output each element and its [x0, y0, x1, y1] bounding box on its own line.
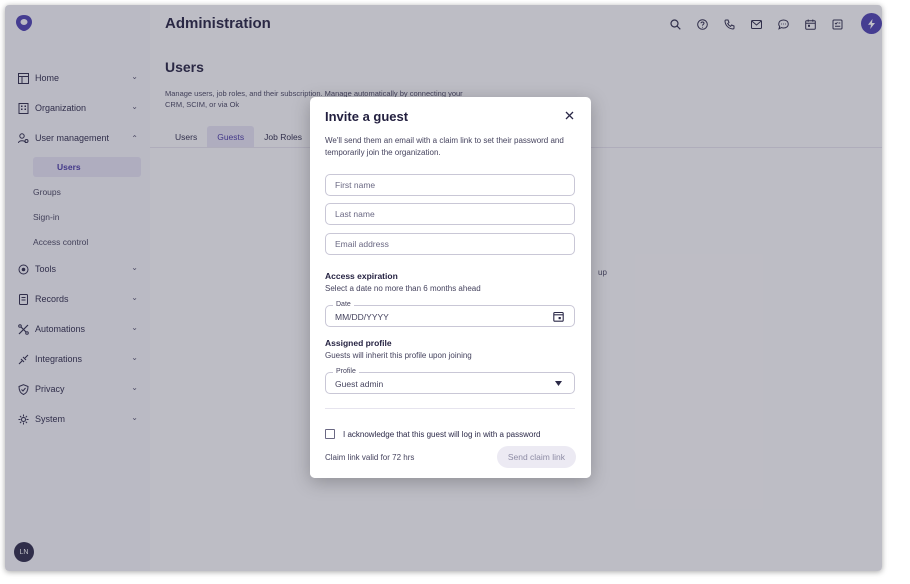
profile-value: Guest admin	[335, 379, 384, 389]
close-icon[interactable]	[563, 109, 575, 121]
access-expiration-subtitle: Select a date no more than 6 months ahea…	[325, 284, 481, 293]
dialog-footer: Claim link valid for 72 hrs Send claim l…	[310, 440, 591, 478]
first-name-input[interactable]	[325, 174, 575, 196]
invite-guest-dialog: Invite a guest We'll send them an email …	[310, 97, 591, 478]
profile-label: Profile	[333, 368, 359, 375]
assigned-profile-subtitle: Guests will inherit this profile upon jo…	[325, 351, 472, 360]
email-input[interactable]	[325, 233, 575, 255]
profile-select[interactable]: Profile Guest admin	[325, 368, 575, 394]
access-expiration-title: Access expiration	[325, 271, 398, 281]
date-field[interactable]: Date MM/DD/YYYY	[325, 301, 575, 327]
acknowledge-checkbox[interactable]	[325, 429, 335, 439]
date-label: Date	[333, 301, 354, 308]
dialog-description: We'll send them an email with a claim li…	[325, 136, 564, 157]
assigned-profile-title: Assigned profile	[325, 338, 392, 348]
claim-link-validity: Claim link valid for 72 hrs	[325, 453, 415, 462]
send-claim-link-button[interactable]: Send claim link	[496, 446, 576, 468]
last-name-input[interactable]	[325, 203, 575, 225]
dialog-title: Invite a guest	[325, 109, 409, 124]
dialog-divider	[325, 408, 575, 409]
acknowledge-row[interactable]: I acknowledge that this guest will log i…	[325, 429, 575, 439]
caret-down-icon	[552, 377, 564, 389]
acknowledge-label: I acknowledge that this guest will log i…	[343, 429, 541, 439]
date-placeholder: MM/DD/YYYY	[335, 312, 389, 322]
calendar-icon[interactable]	[552, 310, 564, 322]
